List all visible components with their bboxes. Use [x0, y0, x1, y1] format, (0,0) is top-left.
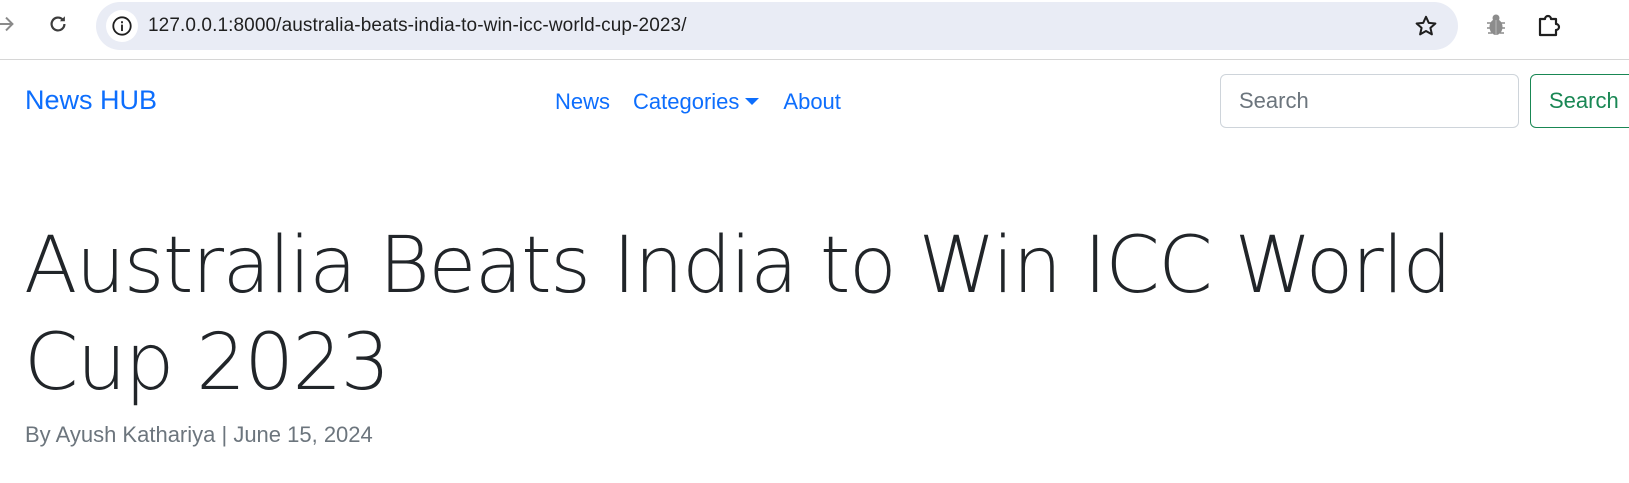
article-title: Australia Beats India to Win ICC World C… — [24, 221, 1452, 408]
nav-links: News Categories About — [555, 89, 841, 115]
browser-toolbar: 127.0.0.1:8000/australia-beats-india-to-… — [0, 0, 1629, 60]
address-bar[interactable]: 127.0.0.1:8000/australia-beats-india-to-… — [96, 2, 1458, 50]
search-input[interactable] — [1220, 74, 1519, 128]
search-button[interactable]: Search — [1530, 74, 1629, 128]
brand-link[interactable]: News HUB — [25, 85, 157, 116]
nav-link-news[interactable]: News — [555, 89, 610, 115]
arrow-right-icon[interactable] — [0, 12, 18, 36]
url-text[interactable]: 127.0.0.1:8000/australia-beats-india-to-… — [148, 2, 687, 50]
star-icon[interactable] — [1414, 14, 1438, 38]
nav-dropdown-categories[interactable]: Categories — [633, 89, 760, 115]
site-navbar: News HUB News Categories About Search — [0, 61, 1629, 145]
nav-link-about[interactable]: About — [783, 89, 841, 115]
nav-link-categories-label: Categories — [633, 89, 740, 114]
reload-icon[interactable] — [46, 12, 70, 36]
article-byline: By Ayush Kathariya | June 15, 2024 — [25, 422, 373, 447]
bug-icon[interactable] — [1484, 12, 1508, 38]
caret-down-icon — [745, 97, 760, 105]
info-icon[interactable] — [106, 10, 138, 42]
puzzle-icon[interactable] — [1536, 12, 1562, 38]
